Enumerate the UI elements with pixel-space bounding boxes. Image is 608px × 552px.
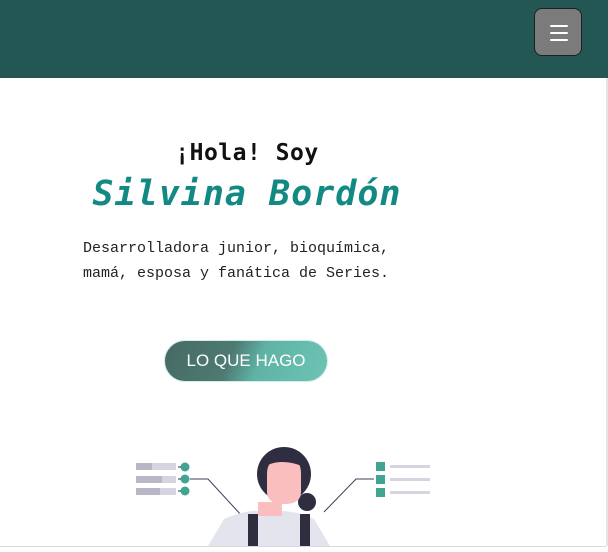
woman-with-checklists-illustration — [136, 447, 430, 546]
menu-toggle-button[interactable] — [534, 8, 582, 56]
hero-description-line: mamá, esposa y fanática de Series. — [83, 265, 390, 282]
woman-figure-icon — [208, 447, 330, 546]
hero-description: Desarrolladora junior, bioquímica, mamá,… — [83, 236, 443, 286]
section-divider — [0, 546, 606, 547]
hero-greeting: ¡Hola! Soy — [175, 140, 319, 166]
right-checklist-icon — [323, 462, 430, 513]
left-checklist-icon — [136, 462, 243, 517]
hero-description-line: Desarrolladora junior, bioquímica, — [83, 240, 390, 257]
hero-name: Silvina Bordón — [92, 174, 402, 214]
navbar — [0, 0, 608, 78]
what-i-do-button[interactable]: LO QUE HAGO — [164, 340, 328, 382]
